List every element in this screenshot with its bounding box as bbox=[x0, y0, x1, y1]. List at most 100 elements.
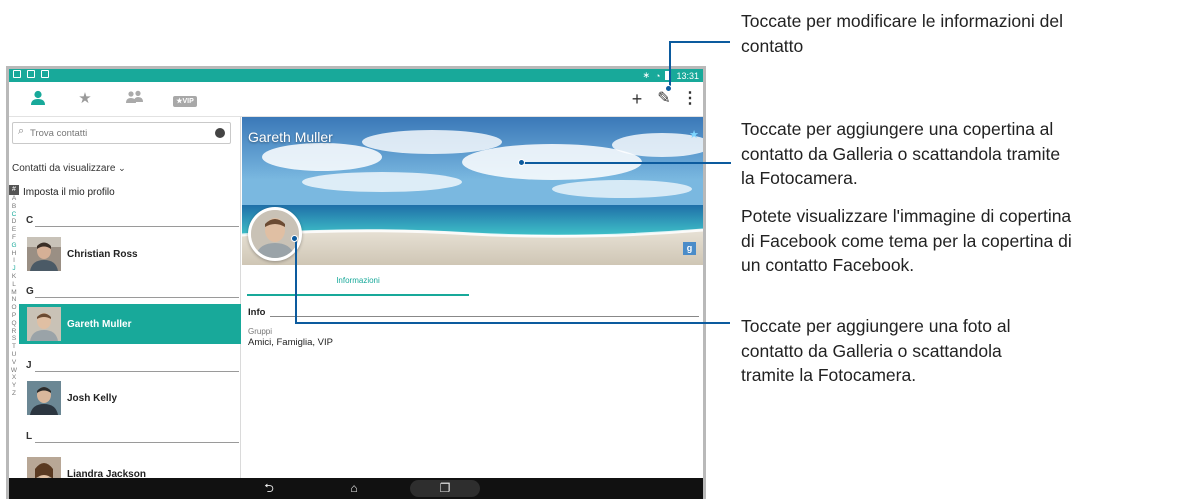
action-bar: ★ ★VIP + ✎ ⋮ bbox=[9, 82, 703, 117]
callout-line-photo bbox=[295, 239, 297, 323]
callout-add-photo: Toccate per aggiungere una foto al conta… bbox=[741, 314, 1011, 388]
callout-line-text: contatto da Galleria o scattandola trami… bbox=[741, 143, 1061, 164]
index-letter[interactable]: Q bbox=[9, 320, 19, 328]
screenshot-notification-icon bbox=[27, 70, 35, 78]
callout-add-cover: Toccate per aggiungere una copertina al … bbox=[741, 117, 1060, 191]
index-letter[interactable]: R bbox=[9, 328, 19, 336]
info-divider bbox=[270, 316, 699, 317]
index-letter[interactable]: J bbox=[9, 265, 19, 273]
plus-icon: + bbox=[631, 89, 643, 109]
contact-photo[interactable] bbox=[248, 207, 302, 261]
index-letter[interactable]: B bbox=[9, 203, 19, 211]
contact-item-selected[interactable]: Gareth Muller bbox=[19, 304, 241, 344]
index-letter[interactable]: H bbox=[9, 250, 19, 258]
email-notification-icon bbox=[13, 70, 21, 78]
section-letter: L bbox=[26, 431, 33, 442]
index-letter[interactable]: P bbox=[9, 312, 19, 320]
person-icon bbox=[31, 90, 45, 105]
index-letter[interactable]: A bbox=[9, 195, 19, 203]
callout-line-edit bbox=[669, 41, 671, 89]
contact-avatar bbox=[27, 381, 61, 415]
callout-line-photo bbox=[295, 322, 730, 324]
my-profile-item[interactable]: Imposta il mio profilo bbox=[23, 187, 115, 198]
voice-search-icon[interactable] bbox=[215, 128, 225, 138]
contacts-filter-dropdown[interactable]: Contatti da visualizzare ⌄ bbox=[12, 163, 126, 174]
callout-dot-cover bbox=[518, 159, 525, 166]
favorite-star-icon[interactable]: ★ bbox=[689, 128, 699, 141]
section-divider bbox=[35, 297, 239, 298]
index-letter[interactable]: V bbox=[9, 359, 19, 367]
index-letter[interactable]: L bbox=[9, 281, 19, 289]
index-letter[interactable]: I bbox=[9, 257, 19, 265]
callout-line-text: Toccate per aggiungere una copertina al bbox=[741, 119, 1054, 139]
callout-line-cover bbox=[521, 162, 731, 164]
back-button[interactable]: ⮌ bbox=[259, 480, 279, 497]
cover-contact-name: Gareth Muller bbox=[248, 129, 333, 145]
navigation-bar: ⮌ ⌂ ❐ bbox=[9, 478, 703, 499]
groups-value: Amici, Famiglia, VIP bbox=[248, 337, 333, 348]
search-box[interactable]: ⌕ bbox=[12, 122, 231, 144]
callout-line-text: Toccate per modificare le informazioni d… bbox=[741, 11, 1063, 31]
section-header: L bbox=[23, 431, 239, 445]
cover-image[interactable]: Gareth Muller ★ g bbox=[242, 117, 703, 265]
section-header: C bbox=[23, 215, 239, 229]
index-letter[interactable]: U bbox=[9, 351, 19, 359]
index-letter[interactable]: Z bbox=[9, 390, 19, 398]
index-letter[interactable]: # bbox=[9, 185, 19, 195]
search-input[interactable] bbox=[30, 125, 210, 141]
info-heading: Info bbox=[248, 307, 266, 318]
status-time: 13:31 bbox=[676, 70, 699, 81]
index-letter[interactable]: W bbox=[9, 367, 19, 375]
contact-item[interactable]: Christian Ross bbox=[23, 237, 241, 271]
tablet-frame: ∗ ◔ 13:31 ★ ★VIP + ✎ ⋮ ⌕ Trova contatti … bbox=[6, 66, 706, 499]
add-contact-button[interactable]: + bbox=[628, 88, 646, 110]
contact-item[interactable]: Josh Kelly bbox=[23, 381, 241, 415]
callout-line-text: contatto da Galleria o scattandola bbox=[741, 340, 1002, 361]
overflow-menu-button[interactable]: ⋮ bbox=[681, 88, 699, 110]
index-letter[interactable]: Y bbox=[9, 382, 19, 390]
index-letter[interactable]: C bbox=[9, 211, 19, 219]
index-letter[interactable]: M bbox=[9, 289, 19, 297]
contact-detail-panel: Gareth Muller ★ g Informazioni Info Grup… bbox=[242, 117, 703, 478]
index-letter[interactable]: S bbox=[9, 335, 19, 343]
tab-vip[interactable]: ★VIP bbox=[173, 90, 197, 108]
group-icon bbox=[126, 90, 143, 103]
contacts-app-screen: ∗ ◔ 13:31 ★ ★VIP + ✎ ⋮ ⌕ Trova contatti … bbox=[9, 69, 703, 499]
tab-informazioni[interactable]: Informazioni bbox=[247, 272, 469, 296]
section-header: J bbox=[23, 360, 239, 374]
tab-favorites[interactable]: ★ bbox=[73, 90, 97, 108]
contact-name: Christian Ross bbox=[67, 249, 138, 260]
tab-contacts[interactable] bbox=[26, 90, 50, 108]
index-letter[interactable]: X bbox=[9, 374, 19, 382]
tab-groups[interactable] bbox=[123, 90, 147, 108]
index-letter[interactable]: T bbox=[9, 343, 19, 351]
index-letter[interactable]: E bbox=[9, 226, 19, 234]
index-letter[interactable]: K bbox=[9, 273, 19, 281]
index-letter[interactable]: D bbox=[9, 218, 19, 226]
index-letter[interactable]: G bbox=[9, 242, 19, 250]
callout-dot-edit bbox=[665, 85, 672, 92]
recent-apps-button[interactable]: ❐ bbox=[410, 480, 480, 497]
search-icon: ⌕ bbox=[18, 125, 25, 137]
contacts-list-panel: ⌕ Contatti da visualizzare ⌄ # A B C D E… bbox=[9, 117, 241, 491]
index-letter[interactable]: O bbox=[9, 304, 19, 312]
index-letter[interactable]: N bbox=[9, 296, 19, 304]
section-letter: J bbox=[26, 360, 32, 371]
filter-label: Contatti da visualizzare bbox=[12, 163, 116, 174]
home-button[interactable]: ⌂ bbox=[344, 480, 364, 497]
section-divider bbox=[35, 226, 239, 227]
notification-icons bbox=[13, 70, 49, 78]
chevron-down-icon: ⌄ bbox=[118, 163, 126, 173]
overflow-menu-icon: ⋮ bbox=[682, 90, 698, 107]
pencil-icon: ✎ bbox=[657, 90, 671, 107]
contact-avatar bbox=[27, 307, 61, 341]
wifi-icon: ◔ bbox=[655, 70, 661, 81]
vip-label: VIP bbox=[182, 98, 194, 105]
index-letter[interactable]: F bbox=[9, 234, 19, 242]
google-badge-icon: g bbox=[683, 242, 696, 255]
section-header: G bbox=[23, 286, 239, 300]
alphabet-index[interactable]: # A B C D E F G H I J K L M N O P Q R S bbox=[9, 185, 19, 398]
contact-avatar bbox=[27, 237, 61, 271]
vip-icon: ★VIP bbox=[173, 96, 197, 107]
home-icon: ⌂ bbox=[350, 481, 358, 495]
